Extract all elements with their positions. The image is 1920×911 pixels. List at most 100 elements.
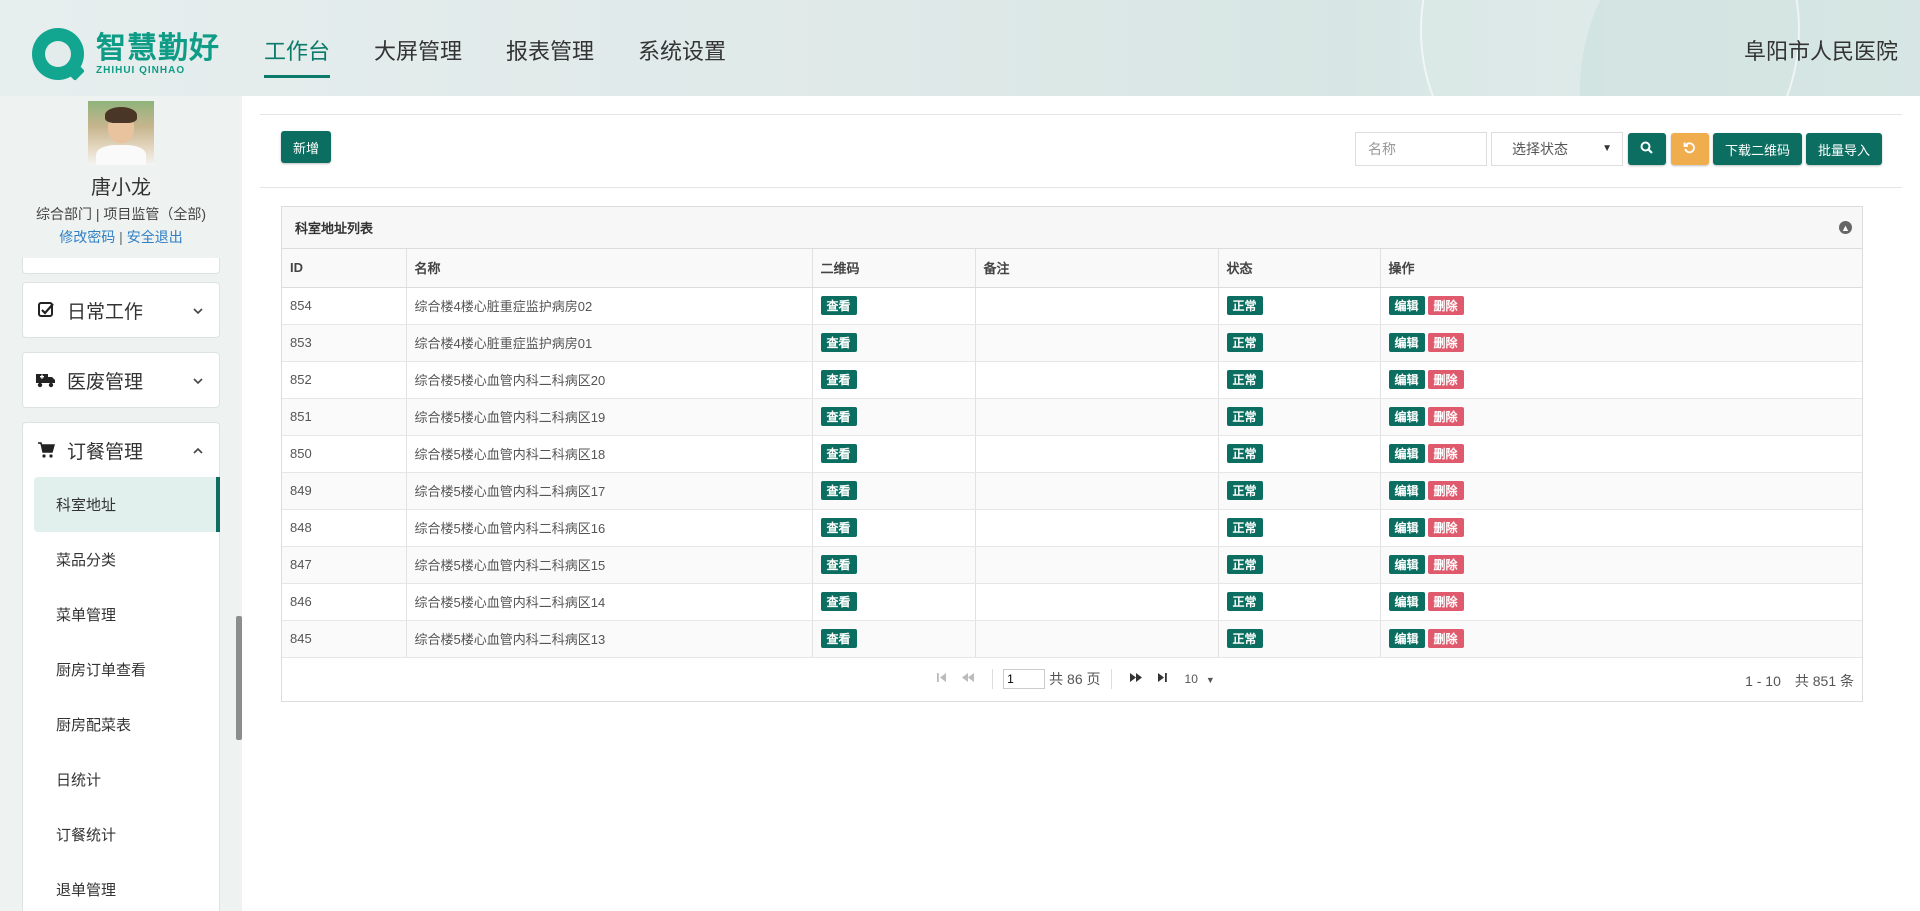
submenu-item-kitchen-orders[interactable]: 厨房订单查看 (23, 642, 219, 697)
view-qrcode-button[interactable]: 查看 (820, 296, 857, 315)
batch-import-button[interactable]: 批量导入 (1805, 133, 1882, 165)
view-qrcode-button[interactable]: 查看 (820, 407, 857, 426)
cell-name: 综合楼5楼心血管内科二科病区16 (406, 509, 813, 547)
edit-button[interactable]: 编辑 (1388, 518, 1425, 537)
view-qrcode-button[interactable]: 查看 (820, 370, 857, 389)
nav-big-screen[interactable]: 大屏管理 (374, 0, 462, 78)
cell-qrcode: 查看 (812, 546, 976, 584)
view-qrcode-button[interactable]: 查看 (820, 629, 857, 648)
edit-button[interactable]: 编辑 (1388, 333, 1425, 352)
edit-button[interactable]: 编辑 (1388, 444, 1425, 463)
cell-remark (975, 509, 1219, 547)
column-header-id[interactable]: ID (282, 249, 407, 288)
search-icon (1640, 141, 1654, 157)
delete-button[interactable]: 删除 (1427, 296, 1464, 315)
delete-button[interactable]: 删除 (1427, 629, 1464, 648)
panel-title: 科室地址列表 (295, 221, 374, 236)
cell-remark (975, 361, 1219, 399)
cell-name: 综合楼5楼心血管内科二科病区17 (406, 472, 813, 510)
column-header-status[interactable]: 状态 (1218, 249, 1381, 288)
prev-page-icon[interactable] (961, 671, 975, 686)
column-header-actions[interactable]: 操作 (1380, 249, 1862, 288)
cell-remark (975, 435, 1219, 473)
cell-id: 848 (282, 509, 407, 547)
cell-id: 846 (282, 583, 407, 621)
view-qrcode-button[interactable]: 查看 (820, 444, 857, 463)
submenu-item-order-stats[interactable]: 订餐统计 (23, 807, 219, 862)
cell-status: 正常 (1218, 287, 1381, 325)
edit-button[interactable]: 编辑 (1388, 481, 1425, 500)
cell-id: 847 (282, 546, 407, 584)
nav-reports[interactable]: 报表管理 (506, 0, 594, 78)
menu-head-meal-ordering[interactable]: 订餐管理 (23, 423, 219, 477)
nav-workbench[interactable]: 工作台 (264, 0, 331, 78)
submenu-item-refunds[interactable]: 退单管理 (23, 862, 219, 911)
table-row: 847 综合楼5楼心血管内科二科病区15 查看 正常 编辑 删除 (282, 546, 1862, 584)
status-badge: 正常 (1226, 592, 1263, 611)
submenu-item-daily-stats[interactable]: 日统计 (23, 752, 219, 807)
collapse-up-icon[interactable]: ▲ (1839, 221, 1852, 234)
pagination: 共 86 页 10 ▼ 1 - 10 共 851 条 (282, 658, 1862, 700)
cell-actions: 编辑 删除 (1380, 509, 1862, 547)
view-qrcode-button[interactable]: 查看 (820, 518, 857, 537)
view-qrcode-button[interactable]: 查看 (820, 555, 857, 574)
column-header-remark[interactable]: 备注 (975, 249, 1219, 288)
delete-button[interactable]: 删除 (1427, 481, 1464, 500)
submenu-item-menu-management[interactable]: 菜单管理 (23, 587, 219, 642)
cell-id: 851 (282, 398, 407, 436)
change-password-link[interactable]: 修改密码 (59, 229, 115, 245)
truck-icon (35, 369, 57, 391)
logo: 智慧勤好 ZHIHUI QINHAO (32, 28, 220, 80)
toolbar: 新增 选择状态 ▼ 下载二维码 批量导入 (260, 114, 1902, 188)
submenu-item-dish-category[interactable]: 菜品分类 (23, 532, 219, 587)
cell-actions: 编辑 删除 (1380, 472, 1862, 510)
next-page-icon[interactable] (1129, 671, 1143, 686)
menu-head-daily-work[interactable]: 日常工作 (23, 283, 219, 337)
table-body: 854 综合楼4楼心脏重症监护病房02 查看 正常 编辑 删除 853 综合楼4楼心脏重症监护… (282, 287, 1862, 658)
add-button[interactable]: 新增 (281, 131, 332, 163)
view-qrcode-button[interactable]: 查看 (820, 592, 857, 611)
page-number-input[interactable] (1003, 668, 1046, 689)
delete-button[interactable]: 删除 (1427, 518, 1464, 537)
nav-system-settings[interactable]: 系统设置 (638, 0, 726, 78)
cell-remark (975, 472, 1219, 510)
delete-button[interactable]: 删除 (1427, 592, 1464, 611)
first-page-icon[interactable] (936, 671, 947, 686)
logout-link[interactable]: 安全退出 (127, 229, 183, 245)
edit-button[interactable]: 编辑 (1388, 370, 1425, 389)
reset-button[interactable] (1670, 133, 1709, 165)
download-qr-button[interactable]: 下载二维码 (1712, 133, 1802, 165)
status-badge: 正常 (1226, 370, 1263, 389)
last-page-icon[interactable] (1157, 671, 1168, 686)
menu-label: 日常工作 (67, 301, 144, 323)
column-header-qrcode[interactable]: 二维码 (812, 249, 976, 288)
search-button[interactable] (1627, 133, 1666, 165)
status-badge: 正常 (1226, 296, 1263, 315)
submenu-item-kitchen-prep[interactable]: 厨房配菜表 (23, 697, 219, 752)
cell-remark (975, 324, 1219, 362)
delete-button[interactable]: 删除 (1427, 407, 1464, 426)
submenu-item-department-address[interactable]: 科室地址 (34, 477, 220, 532)
status-badge: 正常 (1226, 407, 1263, 426)
view-qrcode-button[interactable]: 查看 (820, 481, 857, 500)
chevron-down-icon (193, 373, 219, 388)
status-select[interactable]: 选择状态 ▼ (1490, 132, 1623, 166)
edit-button[interactable]: 编辑 (1388, 555, 1425, 574)
menu-head-medical-waste[interactable]: 医废管理 (23, 353, 219, 407)
edit-button[interactable]: 编辑 (1388, 296, 1425, 315)
edit-button[interactable]: 编辑 (1388, 592, 1425, 611)
view-qrcode-button[interactable]: 查看 (820, 333, 857, 352)
cell-status: 正常 (1218, 361, 1381, 399)
cart-icon (35, 439, 57, 461)
edit-button[interactable]: 编辑 (1388, 629, 1425, 648)
edit-button[interactable]: 编辑 (1388, 407, 1425, 426)
page-size-select[interactable]: 10 ▼ (1185, 672, 1215, 686)
delete-button[interactable]: 删除 (1427, 333, 1464, 352)
status-badge: 正常 (1226, 333, 1263, 352)
search-input[interactable] (1354, 132, 1487, 166)
delete-button[interactable]: 删除 (1427, 555, 1464, 574)
status-badge: 正常 (1226, 444, 1263, 463)
column-header-name[interactable]: 名称 (406, 249, 813, 288)
delete-button[interactable]: 删除 (1427, 444, 1464, 463)
delete-button[interactable]: 删除 (1427, 370, 1464, 389)
